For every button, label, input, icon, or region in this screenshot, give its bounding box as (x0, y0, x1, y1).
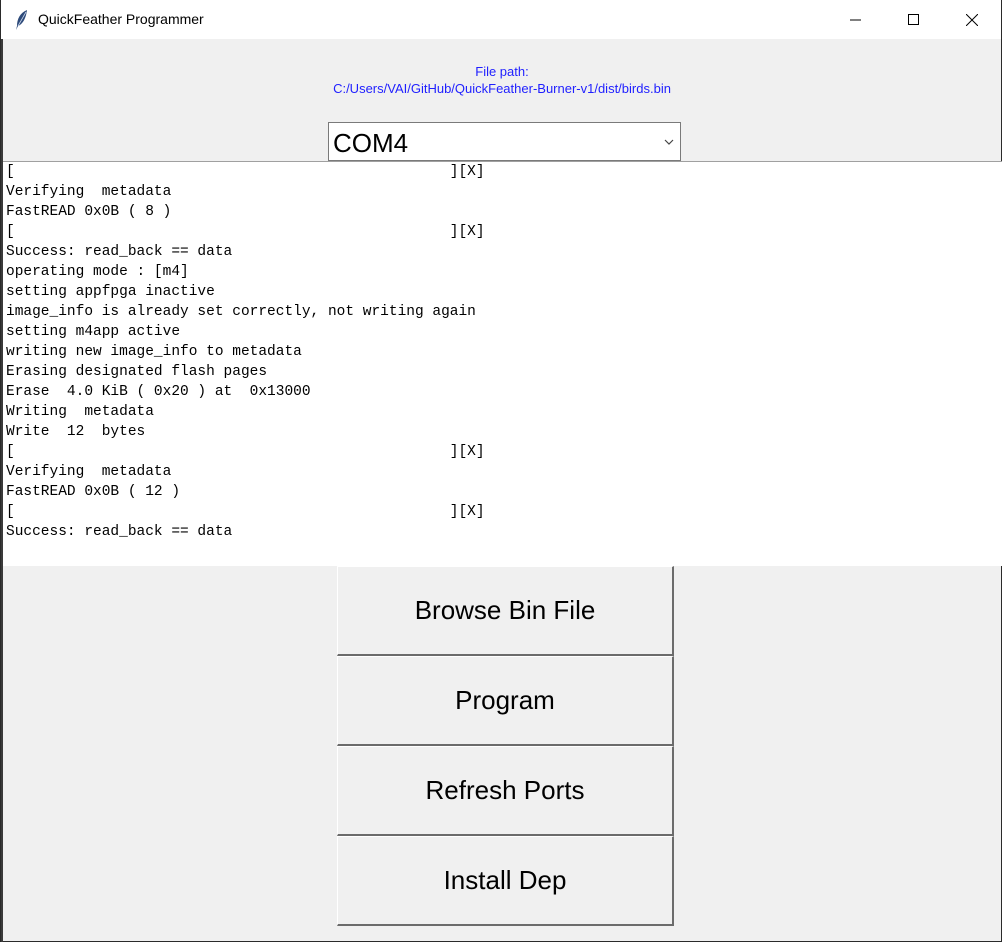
log-line: FastREAD 0x0B ( 12 ) (6, 484, 181, 500)
log-line: [ ][X] (6, 164, 485, 180)
log-line: writing new image_info to metadata (6, 344, 302, 360)
close-icon (966, 13, 978, 26)
log-line: [ ][X] (6, 224, 485, 240)
log-line: [ ][X] (6, 504, 485, 520)
minimize-icon (850, 19, 861, 20)
log-line: setting appfpga inactive (6, 284, 215, 300)
maximize-button[interactable] (885, 0, 943, 39)
minimize-button[interactable] (827, 0, 885, 39)
port-select[interactable]: COM4 (328, 122, 681, 161)
install-dep-button[interactable]: Install Dep (337, 836, 674, 926)
app-window: QuickFeather Programmer File path: C:/Us… (0, 0, 1002, 942)
maximize-icon (908, 13, 919, 25)
chevron-down-icon[interactable] (663, 136, 675, 148)
refresh-ports-button[interactable]: Refresh Ports (337, 746, 674, 836)
log-line: Erasing designated flash pages (6, 364, 268, 380)
window-title: QuickFeather Programmer (38, 11, 204, 27)
log-line: Write 12 bytes (6, 424, 146, 440)
file-path-label: File path: C:/Users/VAI/GitHub/QuickFeat… (1, 63, 1002, 97)
file-path-caption: File path: (475, 64, 529, 79)
log-line: Success: read_back == data (6, 524, 233, 540)
log-line: operating mode : [m4] (6, 264, 189, 280)
log-line: Writing metadata (6, 404, 154, 420)
log-line: image_info is already set correctly, not… (6, 304, 476, 320)
log-output[interactable]: [ ][X] Verifying metadata FastREAD 0x0B … (3, 161, 1002, 566)
log-line: Verifying metadata (6, 184, 172, 200)
log-line: Erase 4.0 KiB ( 0x20 ) at 0x13000 (6, 384, 311, 400)
file-path-value: C:/Users/VAI/GitHub/QuickFeather-Burner-… (333, 81, 671, 96)
log-line: FastREAD 0x0B ( 8 ) (6, 204, 172, 220)
log-line: Success: read_back == data (6, 244, 233, 260)
feather-icon (16, 10, 27, 30)
close-button[interactable] (943, 0, 1001, 39)
log-line: [ ][X] (6, 444, 485, 460)
log-line: setting m4app active (6, 324, 181, 340)
title-bar[interactable]: QuickFeather Programmer (1, 0, 1001, 39)
port-select-value: COM4 (333, 128, 409, 158)
browse-bin-file-button[interactable]: Browse Bin File (337, 566, 674, 656)
log-line: Verifying metadata (6, 464, 172, 480)
program-button[interactable]: Program (337, 656, 674, 746)
